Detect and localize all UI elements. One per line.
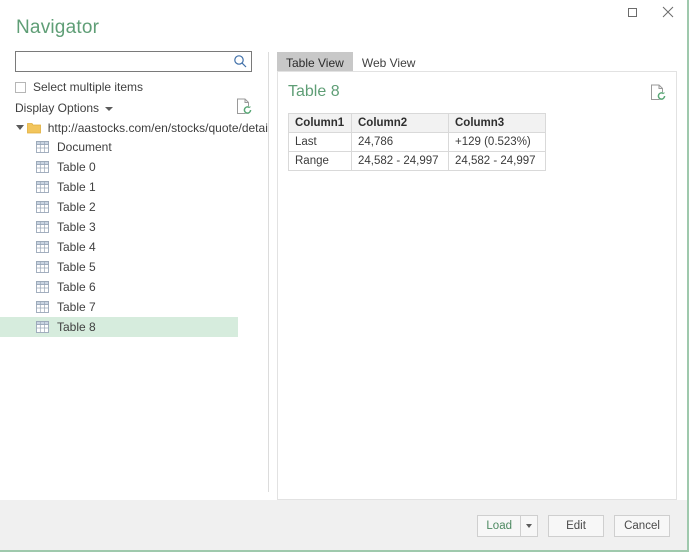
tree-item[interactable]: Table 7 (0, 297, 238, 317)
tree-item-label: Table 6 (57, 280, 96, 294)
tree-item-label: Table 5 (57, 260, 96, 274)
column-header: Column1 (289, 114, 352, 133)
folder-icon (27, 122, 41, 134)
preview-title: Table 8 (288, 83, 340, 101)
tree-item-label: Table 7 (57, 300, 96, 314)
table-grid-icon (36, 301, 49, 313)
table-cell: 24,582 - 24,997 (449, 152, 546, 171)
select-multiple-items-label: Select multiple items (33, 80, 143, 94)
load-dropdown-button[interactable] (520, 515, 538, 537)
table-grid-icon (36, 221, 49, 233)
table-cell: Last (289, 133, 352, 152)
tree-item-label: Table 3 (57, 220, 96, 234)
column-header: Column2 (352, 114, 449, 133)
title-bar: Navigator (0, 0, 687, 44)
refresh-preview-icon[interactable] (650, 84, 666, 101)
cancel-button[interactable]: Cancel (614, 515, 670, 537)
pane-divider (268, 52, 269, 492)
table-grid-icon (36, 321, 49, 333)
table-grid-icon (36, 201, 49, 213)
close-icon[interactable] (657, 2, 679, 22)
select-multiple-items-row[interactable]: Select multiple items (15, 80, 143, 94)
window-controls (621, 2, 679, 22)
search-box[interactable] (15, 51, 252, 72)
chevron-down-icon (105, 107, 113, 111)
tree-item[interactable]: Table 8 (0, 317, 238, 337)
table-cell: 24,786 (352, 133, 449, 152)
display-options-label: Display Options (15, 101, 99, 115)
column-header: Column3 (449, 114, 546, 133)
table-grid-icon (36, 261, 49, 273)
maximize-icon[interactable] (621, 2, 643, 22)
search-icon[interactable] (233, 54, 248, 69)
tree-item[interactable]: Table 2 (0, 197, 238, 217)
tree-item[interactable]: Table 0 (0, 157, 238, 177)
tab-web-view[interactable]: Web View (353, 52, 425, 71)
display-options-dropdown[interactable]: Display Options (15, 101, 113, 115)
tab-table-view[interactable]: Table View (277, 52, 353, 71)
tree-item[interactable]: Table 4 (0, 237, 238, 257)
table-header-row: Column1 Column2 Column3 (289, 114, 546, 133)
table-cell: 24,582 - 24,997 (352, 152, 449, 171)
table-grid-icon (36, 161, 49, 173)
tree-item-label: Table 8 (57, 320, 96, 334)
tree-root-label: http://aastocks.com/en/stocks/quote/deta… (48, 121, 268, 135)
table-grid-icon (36, 181, 49, 193)
page-title: Navigator (16, 17, 99, 39)
table-cell: +129 (0.523%) (449, 133, 546, 152)
tree-item-label: Document (57, 140, 112, 154)
preview-content: Table 8 Column1 Column2 Column3 (277, 71, 677, 500)
navigation-pane: Select multiple items Display Options (0, 44, 268, 496)
table-row: Range24,582 - 24,99724,582 - 24,997 (289, 152, 546, 171)
tree-item[interactable]: Table 3 (0, 217, 238, 237)
select-multiple-items-checkbox[interactable] (15, 82, 26, 93)
expand-collapse-icon[interactable] (16, 123, 25, 133)
search-input[interactable] (16, 52, 232, 71)
table-row: Last24,786+129 (0.523%) (289, 133, 546, 152)
dialog-footer: Load Edit Cancel (0, 500, 687, 550)
tree-root-node[interactable]: http://aastocks.com/en/stocks/quote/deta… (0, 118, 268, 137)
tree-item[interactable]: Table 1 (0, 177, 238, 197)
tree-item-label: Table 4 (57, 240, 96, 254)
chevron-down-icon (526, 524, 532, 528)
source-tree: http://aastocks.com/en/stocks/quote/deta… (0, 118, 268, 496)
table-grid-icon (36, 141, 49, 153)
table-grid-icon (36, 241, 49, 253)
navigator-dialog: Navigator Select multiple items Display … (0, 0, 689, 552)
refresh-document-icon[interactable] (236, 98, 252, 115)
tree-item[interactable]: Table 6 (0, 277, 238, 297)
load-split-button: Load (477, 515, 538, 537)
load-button[interactable]: Load (477, 515, 520, 537)
edit-button[interactable]: Edit (548, 515, 604, 537)
table-cell: Range (289, 152, 352, 171)
footer-buttons: Load Edit Cancel (477, 515, 670, 537)
tree-item-label: Table 0 (57, 160, 96, 174)
tree-item[interactable]: Table 5 (0, 257, 238, 277)
table-grid-icon (36, 281, 49, 293)
tree-item-label: Table 1 (57, 180, 96, 194)
preview-tabs: Table View Web View (277, 52, 424, 71)
preview-table: Column1 Column2 Column3 Last24,786+129 (… (288, 113, 546, 171)
preview-pane: Table View Web View Table 8 Column1 C (277, 52, 677, 500)
tree-item[interactable]: Document (0, 137, 238, 157)
tree-item-label: Table 2 (57, 200, 96, 214)
